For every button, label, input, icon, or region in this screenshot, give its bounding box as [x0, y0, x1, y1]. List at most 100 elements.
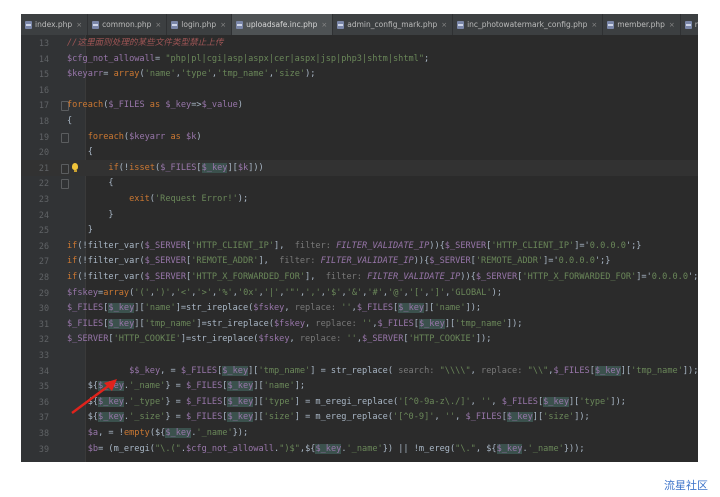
code-token: , — [289, 334, 300, 345]
code-token: replace: — [299, 334, 347, 345]
code-line: 17 foreach($_FILES as $_key=>$_value) — [21, 97, 698, 113]
tab-label: m8c32/index.ph — [695, 20, 698, 29]
code-token: foreach — [67, 100, 104, 111]
code-token: }) || !m_ereg( — [382, 443, 456, 454]
code-token: $_value — [201, 100, 238, 111]
code-token: ]=' — [543, 256, 559, 267]
code-token: '' — [361, 318, 373, 329]
code-token: FILTER_VALIDATE_IP — [336, 240, 430, 251]
code-text: ${$_key.'_type'} = $_FILES[$_key]['type'… — [67, 394, 626, 410]
code-token: 'GLOBAL' — [450, 287, 492, 298]
code-text: if(!filter_var($_SERVER['HTTP_CLIENT_IP'… — [67, 238, 641, 254]
line-number: 16 — [38, 84, 49, 95]
code-token: ; — [424, 53, 430, 64]
code-token: '"' — [284, 287, 301, 298]
code-token: filter: — [320, 272, 368, 282]
code-token: = — [103, 69, 114, 80]
code-text: $b= (m_eregi("\.(".$cfg_not_allowall.")$… — [67, 441, 585, 457]
tab-3[interactable]: uploadsafe.inc.php × — [232, 14, 334, 35]
code-token: , — [491, 396, 502, 407]
line-number: 18 — [38, 116, 49, 126]
code-text: foreach($keyarr as $k) — [67, 129, 202, 145]
code-token: $_FILES — [186, 396, 223, 407]
code-line: 16 — [21, 82, 698, 98]
red-arrow-annotation — [71, 379, 117, 414]
tab-label: member.php — [617, 20, 665, 29]
code-token: 'size' — [274, 69, 306, 80]
code-token: $_key — [227, 381, 254, 392]
close-tab-icon[interactable]: × — [220, 21, 226, 29]
code-token: search: — [398, 365, 440, 376]
code-token: , ${ — [475, 443, 497, 454]
code-token: (!filter_var( — [77, 240, 145, 251]
code-token: if — [67, 256, 78, 267]
php-file-icon — [236, 20, 244, 29]
code-token: $_key — [165, 100, 192, 111]
code-text: $a, = !empty(${$_key.'_name'}); — [67, 425, 248, 441]
code-token: } = — [165, 412, 187, 423]
close-tab-icon[interactable]: × — [321, 21, 327, 29]
code-token: 'name' — [144, 303, 176, 314]
code-text: if(!isset($_FILES[$_key][$k])) — [67, 160, 264, 176]
code-token: ][ — [253, 396, 264, 407]
code-token: $_FILES — [186, 381, 223, 392]
code-token: $_key — [594, 365, 621, 376]
code-line: 35 ${$_key.'_name'} = $_FILES[$_key]['na… — [21, 378, 698, 394]
code-token: 'tmp_name' — [144, 318, 197, 329]
close-tab-icon[interactable]: × — [441, 21, 447, 29]
code-text: //这里面则处理的某些文件类型禁止上传 — [67, 35, 223, 51]
code-token: (${ — [149, 428, 166, 438]
close-tab-icon[interactable]: × — [669, 21, 675, 29]
line-number: 14 — [38, 53, 49, 64]
code-token: , — [455, 412, 466, 423]
tab-2[interactable]: login.php × — [167, 14, 233, 35]
code-token: 'type' — [263, 396, 295, 407]
code-token: $$_key — [129, 365, 161, 376]
code-line: 32 $_SERVER['HTTP_COOKIE']=str_ireplace($… — [21, 331, 698, 347]
tab-6[interactable]: member.php × — [603, 14, 681, 35]
close-tab-icon[interactable]: × — [76, 21, 82, 29]
code-token: '(' — [134, 287, 150, 298]
code-token: 'HTTP_CLIENT_IP' — [491, 240, 575, 251]
code-line: 28 if(!filter_var($_SERVER['HTTP_X_FORWAR… — [21, 269, 698, 285]
line-number: 23 — [38, 194, 49, 204]
code-token: ] = m_ereg_replace( — [294, 412, 394, 423]
code-token: "php|pl|cgi|asp|aspx|cer|aspx|jsp|php3|s… — [165, 53, 425, 64]
code-token: ';} — [594, 256, 611, 267]
code-token: ) — [237, 100, 243, 111]
code-line: 37 ${$_key.'_size'} = $_FILES[$_key]['si… — [21, 409, 698, 425]
code-token: $_key — [165, 428, 192, 438]
close-tab-icon[interactable]: × — [591, 21, 597, 29]
php-file-icon — [684, 20, 692, 29]
code-token: } = — [165, 381, 187, 392]
line-number: 24 — [38, 209, 49, 220]
tab-4[interactable]: admin_config_mark.php × — [333, 14, 454, 35]
code-line: 24 } — [21, 207, 698, 223]
code-token: , — [470, 396, 481, 407]
code-line: 21 if(!isset($_FILES[$_key][$k])) — [21, 159, 698, 176]
tab-5[interactable]: inc_photowatermark_config.php × — [453, 14, 604, 35]
code-token: , — [434, 412, 445, 423]
code-token: FILTER_VALIDATE_IP — [320, 256, 414, 267]
close-tab-icon[interactable]: × — [155, 21, 161, 29]
code-token: })); — [563, 443, 585, 454]
code-text: $_FILES[$_key]['name']=str_ireplace($fsk… — [67, 300, 481, 316]
tab-7[interactable]: m8c32/index.ph× — [681, 14, 698, 35]
code-token: ']' — [429, 287, 446, 298]
line-number: 25 — [38, 225, 49, 236]
code-line: 15 $keyarr= array('name','type','tmp_name… — [21, 66, 698, 82]
tab-1[interactable]: common.php × — [88, 14, 168, 35]
code-token: $_SERVER — [144, 272, 187, 282]
code-token: ,${ — [299, 443, 316, 454]
code-token: )){ — [429, 240, 445, 251]
code-token: if — [108, 162, 119, 173]
code-token: $_FILES — [377, 318, 414, 329]
line-number: 21 — [38, 162, 49, 173]
tab-0[interactable]: index.php × — [21, 14, 89, 35]
code-line: 22 { — [21, 175, 698, 191]
code-token: ], — [305, 272, 321, 282]
code-token: (! — [118, 162, 130, 173]
code-line: 31 $_FILES[$_key]['tmp_name']=str_ireplac… — [21, 316, 698, 332]
code-token: ]); — [574, 412, 590, 423]
